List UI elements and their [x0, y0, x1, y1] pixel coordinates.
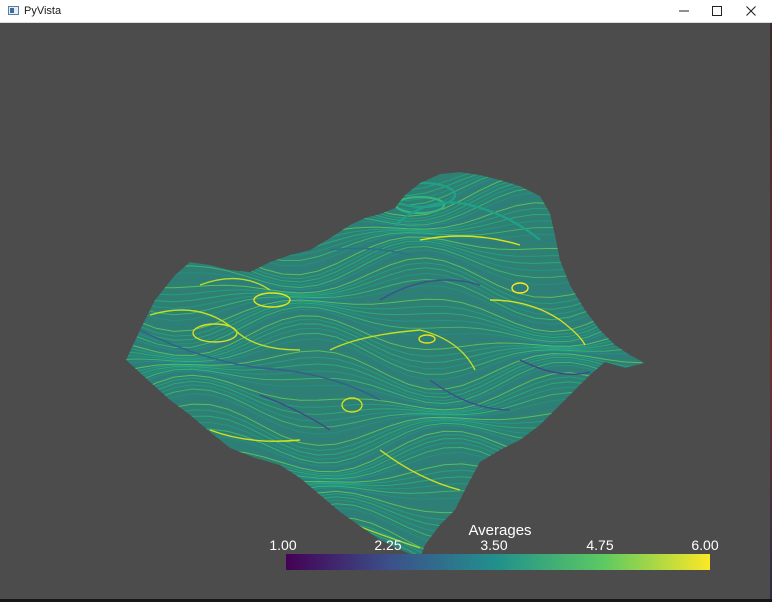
- contour-line: [126, 172, 643, 191]
- contour-surface-mesh[interactable]: [0, 0, 772, 602]
- scalar-bar-tick-label: 4.75: [586, 537, 614, 553]
- scalar-bar-tick-label: 3.50: [480, 537, 508, 553]
- scalar-bar-tick-label: 1.00: [269, 537, 297, 553]
- contour-line: [126, 172, 643, 210]
- surface-contours: [126, 172, 645, 558]
- contour-line: [126, 172, 643, 206]
- scalar-bar-tick-label: 6.00: [691, 537, 719, 553]
- contour-line: [126, 172, 643, 214]
- scalar-bar-tick-label: 2.25: [374, 537, 402, 553]
- pyvista-window: PyVista Averages 1.00 2.25 3.50 4.75 6.0…: [0, 0, 772, 602]
- contour-line: [126, 174, 643, 217]
- contour-line: [126, 176, 643, 220]
- scalar-bar-colorbar: [286, 554, 710, 570]
- contour-line: [126, 172, 643, 202]
- contour-line: [126, 172, 643, 197]
